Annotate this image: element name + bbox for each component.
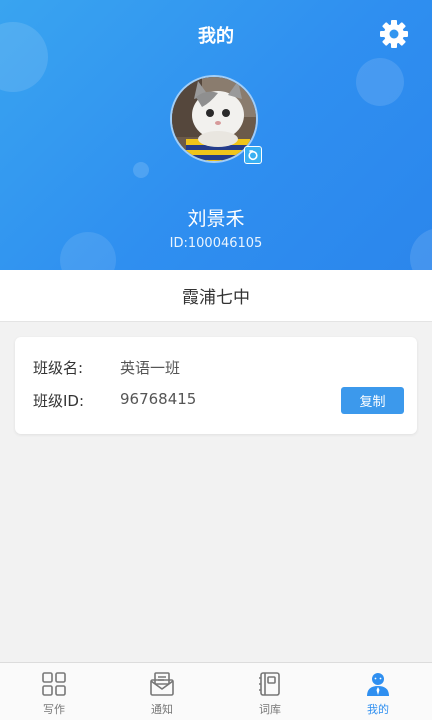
tab-writing[interactable]: 写作 xyxy=(0,663,108,720)
user-name: 刘景禾 xyxy=(187,208,245,230)
gear-icon[interactable] xyxy=(378,18,410,50)
tab-vocabulary[interactable]: 词库 xyxy=(216,663,324,720)
user-id: ID:100046105 xyxy=(169,236,263,251)
tab-label: 词库 xyxy=(259,703,281,716)
profile-header: 我的 刘景禾 ID:100046105 xyxy=(0,0,432,270)
tab-label: 通知 xyxy=(151,703,173,716)
class-name-label: 班级名: xyxy=(33,359,84,377)
copy-button[interactable]: 复制 xyxy=(341,387,404,414)
notebook-icon xyxy=(257,671,283,697)
tab-label: 我的 xyxy=(367,703,389,716)
mail-icon xyxy=(149,671,175,697)
decor-bubble xyxy=(356,58,404,106)
tab-notice[interactable]: 通知 xyxy=(108,663,216,720)
class-id-label: 班级ID: xyxy=(33,392,85,410)
profile-icon xyxy=(365,671,391,697)
tab-mine[interactable]: 我的 xyxy=(324,663,432,720)
page-title: 我的 xyxy=(198,26,234,47)
tab-label: 写作 xyxy=(43,703,65,716)
class-info-card: 班级名: 英语一班 班级ID: 96768415 复制 xyxy=(15,337,417,434)
decor-bubble xyxy=(133,162,149,178)
edit-badge-icon[interactable] xyxy=(244,146,262,164)
bottom-tab-bar: 写作 通知 词库 我的 xyxy=(0,662,432,720)
grid-icon xyxy=(41,671,67,697)
class-name-value: 英语一班 xyxy=(120,359,181,377)
class-id-value: 96768415 xyxy=(120,390,197,408)
school-name: 霞浦七中 xyxy=(0,270,432,322)
